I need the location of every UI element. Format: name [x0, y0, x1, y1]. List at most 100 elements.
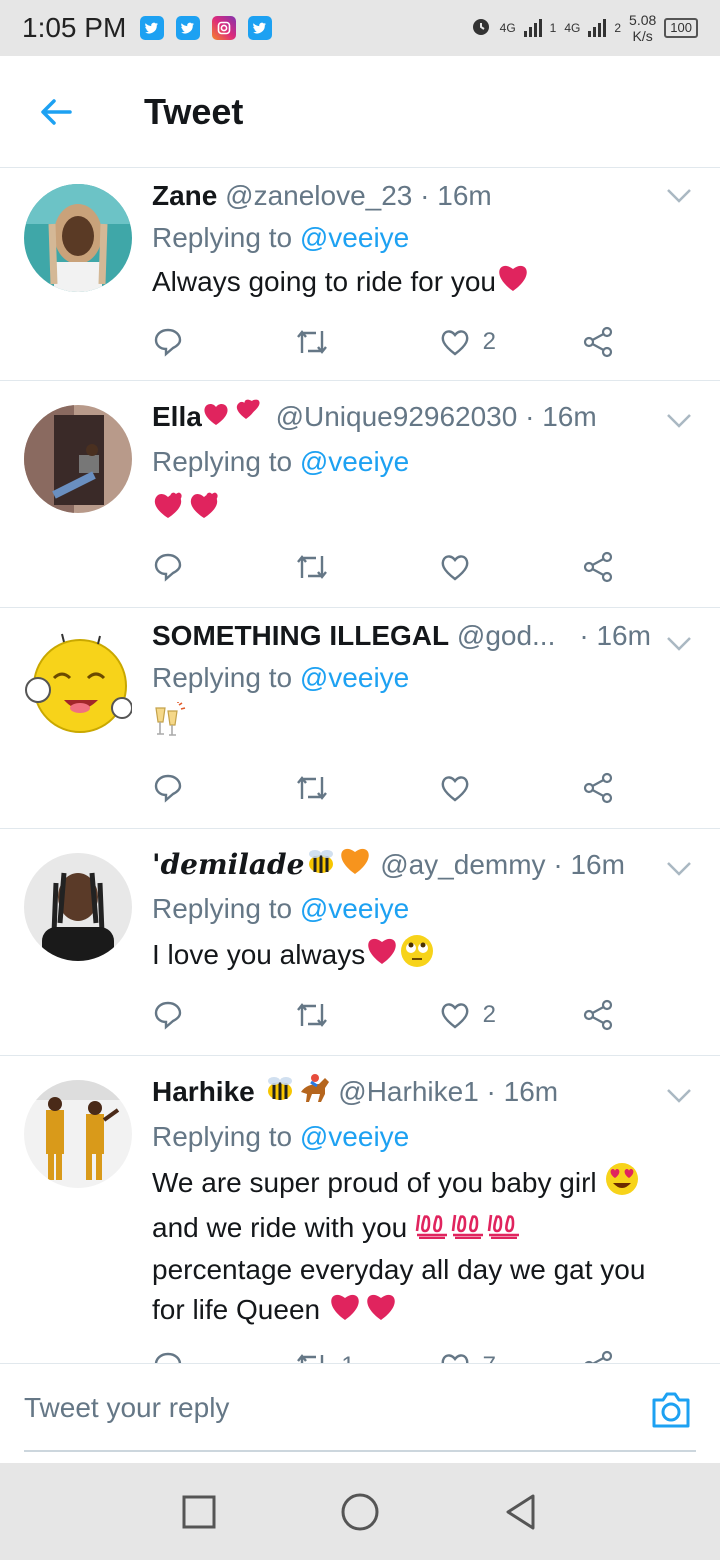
replying-to: Replying to @veeiye	[152, 662, 410, 693]
mention-link[interactable]: @veeiye	[300, 1121, 409, 1152]
back-nav-button[interactable]	[503, 1492, 539, 1532]
share-button[interactable]	[582, 772, 622, 804]
share-button[interactable]	[582, 1350, 622, 1363]
reply-input[interactable]: Tweet your reply	[24, 1392, 229, 1424]
mention-link[interactable]: @veeiye	[300, 662, 409, 693]
tweet-item[interactable]: Ella @Unique92962030 · 16m Replying to @…	[0, 381, 720, 608]
like-button[interactable]: 2	[439, 1000, 519, 1030]
like-button[interactable]: 7	[439, 1351, 519, 1363]
sim-label-2: 2	[614, 21, 622, 35]
network-type-2: 4G	[564, 21, 581, 35]
reply-button[interactable]	[152, 326, 232, 358]
tweet-content: 'demilade @ay_demmy · 16m Replying to @v…	[152, 845, 660, 980]
mention-link[interactable]: @veeiye	[300, 446, 409, 477]
avatar[interactable]	[24, 184, 132, 292]
author-handle[interactable]: @god...	[457, 616, 555, 656]
avatar[interactable]	[24, 405, 132, 513]
share-button[interactable]	[582, 326, 622, 358]
author-name[interactable]: Harhike	[152, 1076, 255, 1107]
revolving-hearts-icon	[202, 397, 268, 440]
chevron-down-icon[interactable]	[666, 413, 692, 429]
avatar[interactable]	[24, 853, 132, 961]
reply-icon	[154, 774, 182, 803]
like-button[interactable]	[439, 552, 519, 582]
replying-to: Replying to @veeiye	[152, 222, 410, 253]
tweet-item[interactable]: 'demilade @ay_demmy · 16m Replying to @v…	[0, 829, 720, 1056]
author-handle[interactable]: @Harhike1	[338, 1076, 478, 1107]
retweet-icon	[297, 555, 328, 579]
retweet-icon	[297, 1354, 324, 1363]
tweet-text: I love you always	[152, 933, 660, 980]
bee-icon	[263, 1073, 297, 1114]
replying-to: Replying to @veeiye	[152, 1121, 410, 1153]
reply-button[interactable]	[152, 772, 232, 804]
author-name[interactable]: SOMETHING ILLEGAL	[152, 616, 449, 656]
share-icon	[584, 1350, 613, 1363]
heart-icon	[441, 1354, 469, 1363]
alarm-icon	[470, 15, 492, 41]
orange-heart-icon	[338, 846, 372, 887]
tweet-header: Harhike @Harhike1 · 16m	[152, 1072, 660, 1115]
author-handle[interactable]: @zanelove_23	[225, 180, 412, 211]
twitter-notification-icon	[176, 16, 201, 40]
reply-button[interactable]	[152, 999, 232, 1031]
share-icon	[583, 551, 613, 583]
like-button[interactable]	[439, 773, 519, 803]
author-name[interactable]: Zane	[152, 180, 217, 211]
tweet-time: · 16m	[525, 401, 597, 432]
camera-button[interactable]	[650, 1390, 692, 1435]
reply-icon	[154, 328, 182, 357]
tweet-time: · 16m	[486, 1076, 559, 1107]
mention-link[interactable]: @veeiye	[300, 222, 409, 253]
bee-icon	[304, 846, 338, 887]
home-button[interactable]	[340, 1492, 380, 1532]
heart-icon	[441, 1003, 469, 1029]
recent-apps-button[interactable]	[181, 1494, 217, 1530]
back-button[interactable]	[0, 56, 112, 168]
retweet-count: 1	[341, 1352, 354, 1363]
chevron-down-icon[interactable]	[666, 188, 692, 204]
heart-eyes-face-icon	[604, 1161, 640, 1208]
tweet-text	[152, 702, 660, 749]
revolving-hearts-icon	[152, 486, 226, 533]
tweet-item[interactable]: Harhike @Harhike1 · 16m Replying to @vee…	[0, 1056, 720, 1363]
retweet-button[interactable]	[295, 327, 375, 357]
reply-button[interactable]	[152, 551, 232, 583]
horse-racing-icon	[297, 1072, 331, 1115]
mention-link[interactable]: @veeiye	[300, 893, 409, 924]
reply-button[interactable]	[152, 1350, 232, 1363]
sim-label-1: 1	[549, 21, 557, 35]
tweet-item[interactable]: SOMETHING ILLEGAL @god... · 16m Replying…	[0, 608, 720, 829]
camera-icon	[652, 1392, 690, 1428]
avatar[interactable]	[24, 628, 132, 736]
author-handle[interactable]: @Unique92962030	[276, 401, 518, 432]
input-underline	[24, 1450, 696, 1452]
chevron-down-icon[interactable]	[666, 861, 692, 877]
tweet-item[interactable]: Zane @zanelove_23 · 16m Replying to @vee…	[0, 168, 720, 381]
replying-to: Replying to @veeiye	[152, 893, 410, 925]
retweet-icon	[297, 330, 328, 354]
retweet-button[interactable]	[295, 1000, 375, 1030]
author-handle[interactable]: @ay_demmy	[380, 849, 545, 880]
tweet-actions	[152, 768, 622, 808]
author-name[interactable]: Ella	[152, 401, 202, 432]
tweet-header: Ella @Unique92962030 · 16m	[152, 397, 660, 440]
share-button[interactable]	[582, 999, 622, 1031]
chevron-down-icon[interactable]	[666, 636, 692, 652]
share-icon	[583, 772, 613, 804]
share-icon	[583, 999, 613, 1031]
like-count: 2	[482, 1001, 497, 1028]
twitter-notification-icon	[140, 16, 165, 40]
hundred-points-icon	[415, 1209, 525, 1250]
twitter-notification-icon	[248, 16, 273, 40]
heart-icon	[441, 776, 469, 802]
retweet-button[interactable]	[295, 773, 375, 803]
author-name[interactable]: 'demilade	[152, 848, 304, 881]
like-button[interactable]: 2	[439, 327, 519, 357]
avatar[interactable]	[24, 1080, 132, 1188]
retweet-icon	[297, 776, 328, 800]
share-button[interactable]	[582, 551, 622, 583]
retweet-button[interactable]: 1	[295, 1351, 375, 1363]
retweet-button[interactable]	[295, 552, 375, 582]
chevron-down-icon[interactable]	[666, 1088, 692, 1104]
